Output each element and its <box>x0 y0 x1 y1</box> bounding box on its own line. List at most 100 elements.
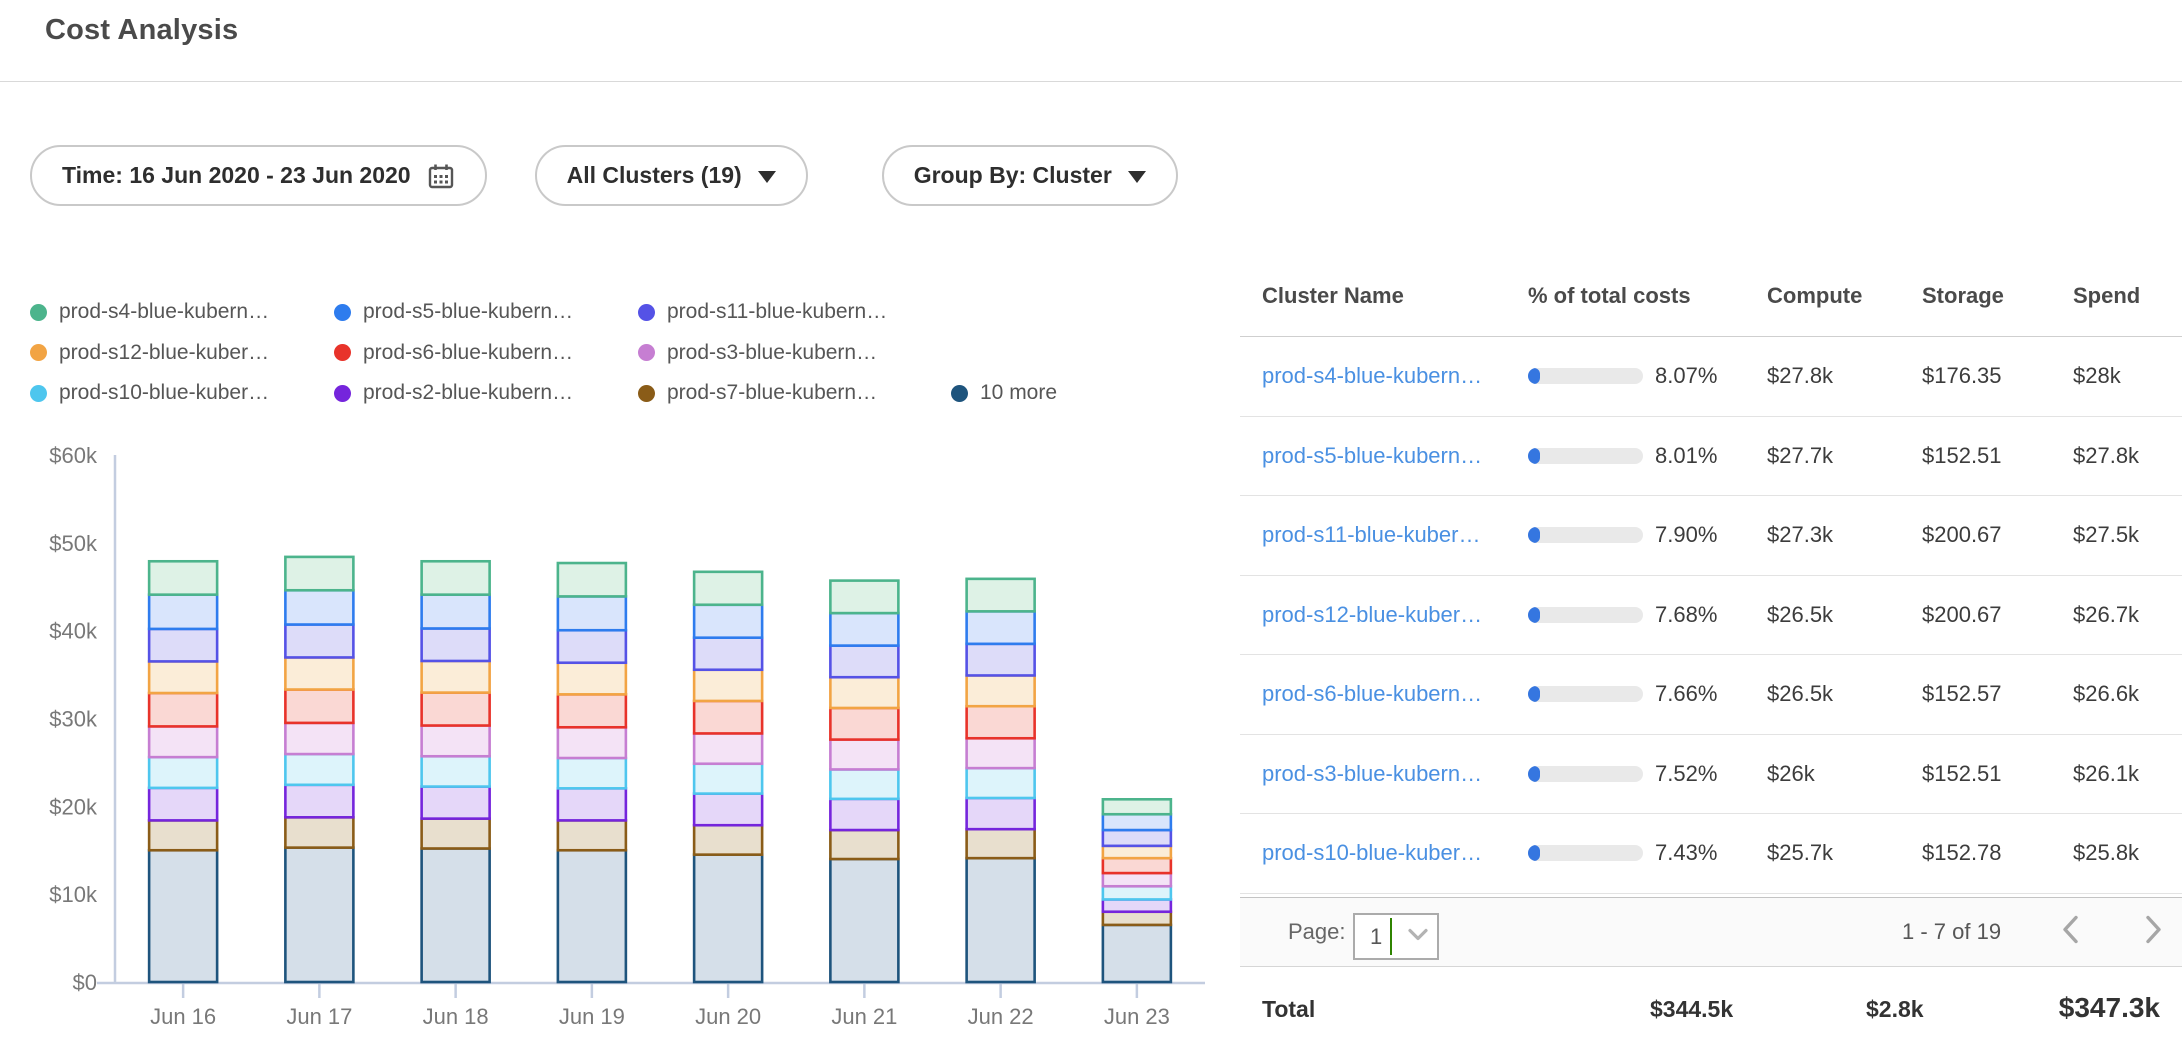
bar-segment[interactable] <box>285 557 353 590</box>
legend-item[interactable]: prod-s11-blue-kubern… <box>638 300 951 324</box>
bar-segment[interactable] <box>830 830 898 859</box>
bar-segment[interactable] <box>149 820 217 850</box>
bar-segment[interactable] <box>149 757 217 788</box>
bar-segment[interactable] <box>967 829 1035 858</box>
bar-segment[interactable] <box>694 638 762 670</box>
bar-segment[interactable] <box>967 798 1035 829</box>
legend-item[interactable]: prod-s3-blue-kubern… <box>638 341 951 365</box>
bar-segment[interactable] <box>830 859 898 982</box>
bar-segment[interactable] <box>1103 858 1171 873</box>
bar-segment[interactable] <box>422 726 490 757</box>
bar-segment[interactable] <box>558 663 626 695</box>
bar-segment[interactable] <box>422 595 490 629</box>
cluster-name-link[interactable]: prod-s3-blue-kubern… <box>1262 761 1482 787</box>
bar-segment[interactable] <box>285 723 353 754</box>
bar-segment[interactable] <box>149 661 217 693</box>
bar-segment[interactable] <box>694 825 762 854</box>
group-by-dropdown[interactable]: Group By: Cluster <box>882 145 1178 206</box>
bar-segment[interactable] <box>149 788 217 820</box>
bar-segment[interactable] <box>694 855 762 982</box>
column-header-storage[interactable]: Storage <box>1922 283 2004 309</box>
bar-segment[interactable] <box>558 630 626 662</box>
next-page-button[interactable] <box>2140 914 2166 951</box>
column-header-cluster-name[interactable]: Cluster Name <box>1262 283 1404 309</box>
bar-segment[interactable] <box>558 788 626 820</box>
bar-segment[interactable] <box>1103 925 1171 982</box>
legend-item[interactable]: prod-s10-blue-kuber… <box>30 381 334 405</box>
bar-segment[interactable] <box>149 561 217 594</box>
bar-segment[interactable] <box>422 661 490 693</box>
time-range-filter[interactable]: Time: 16 Jun 2020 - 23 Jun 2020 <box>30 145 487 206</box>
bar-segment[interactable] <box>830 613 898 645</box>
clusters-filter-dropdown[interactable]: All Clusters (19) <box>535 145 808 206</box>
cluster-name-link[interactable]: prod-s5-blue-kubern… <box>1262 443 1482 469</box>
column-header-compute[interactable]: Compute <box>1767 283 1862 309</box>
legend-item[interactable]: prod-s12-blue-kuber… <box>30 341 334 365</box>
bar-segment[interactable] <box>967 675 1035 706</box>
bar-segment[interactable] <box>558 850 626 982</box>
page-number-select[interactable]: 1 <box>1353 913 1439 960</box>
legend-item[interactable]: prod-s5-blue-kubern… <box>334 300 638 324</box>
bar-segment[interactable] <box>558 694 626 727</box>
bar-segment[interactable] <box>422 693 490 726</box>
cluster-name-link[interactable]: prod-s12-blue-kuber… <box>1262 602 1482 628</box>
bar-segment[interactable] <box>285 657 353 689</box>
bar-segment[interactable] <box>1103 846 1171 858</box>
bar-segment[interactable] <box>967 858 1035 982</box>
bar-segment[interactable] <box>285 785 353 817</box>
bar-segment[interactable] <box>558 820 626 850</box>
column-header-spend[interactable]: Spend <box>2073 283 2140 309</box>
bar-segment[interactable] <box>285 690 353 723</box>
bar-segment[interactable] <box>967 644 1035 676</box>
legend-item[interactable]: prod-s7-blue-kubern… <box>638 381 951 405</box>
bar-segment[interactable] <box>694 572 762 605</box>
legend-item[interactable]: 10 more <box>951 381 1057 405</box>
bar-segment[interactable] <box>1103 899 1171 911</box>
bar-segment[interactable] <box>558 758 626 788</box>
legend-item[interactable]: prod-s6-blue-kubern… <box>334 341 638 365</box>
bar-segment[interactable] <box>830 740 898 770</box>
bar-segment[interactable] <box>422 848 490 982</box>
bar-segment[interactable] <box>285 625 353 658</box>
bar-segment[interactable] <box>149 629 217 661</box>
bar-segment[interactable] <box>285 590 353 624</box>
bar-segment[interactable] <box>422 561 490 594</box>
bar-segment[interactable] <box>694 794 762 826</box>
bar-segment[interactable] <box>558 563 626 596</box>
bar-segment[interactable] <box>830 769 898 798</box>
cluster-name-link[interactable]: prod-s10-blue-kuber… <box>1262 840 1482 866</box>
bar-segment[interactable] <box>149 595 217 629</box>
legend-item[interactable]: prod-s4-blue-kubern… <box>30 300 334 324</box>
bar-segment[interactable] <box>967 706 1035 738</box>
cluster-name-link[interactable]: prod-s6-blue-kubern… <box>1262 681 1482 707</box>
bar-segment[interactable] <box>285 848 353 982</box>
bar-segment[interactable] <box>830 708 898 740</box>
bar-segment[interactable] <box>1103 830 1171 846</box>
bar-segment[interactable] <box>149 726 217 757</box>
bar-segment[interactable] <box>830 646 898 678</box>
bar-segment[interactable] <box>967 579 1035 611</box>
bar-segment[interactable] <box>694 701 762 733</box>
previous-page-button[interactable] <box>2058 914 2084 951</box>
bar-segment[interactable] <box>694 733 762 763</box>
bar-segment[interactable] <box>558 727 626 758</box>
bar-segment[interactable] <box>422 756 490 786</box>
bar-segment[interactable] <box>1103 873 1171 886</box>
bar-segment[interactable] <box>422 628 490 660</box>
bar-segment[interactable] <box>1103 912 1171 925</box>
column-header-pct-total[interactable]: % of total costs <box>1528 283 1691 309</box>
bar-segment[interactable] <box>149 850 217 982</box>
bar-segment[interactable] <box>694 605 762 638</box>
bar-segment[interactable] <box>830 581 898 613</box>
bar-segment[interactable] <box>1103 799 1171 814</box>
bar-segment[interactable] <box>558 596 626 630</box>
cluster-name-link[interactable]: prod-s4-blue-kubern… <box>1262 363 1482 389</box>
bar-segment[interactable] <box>694 670 762 701</box>
bar-segment[interactable] <box>1103 886 1171 899</box>
cluster-name-link[interactable]: prod-s11-blue-kuber… <box>1262 522 1480 548</box>
bar-segment[interactable] <box>1103 814 1171 830</box>
bar-segment[interactable] <box>830 799 898 830</box>
bar-segment[interactable] <box>967 611 1035 643</box>
bar-segment[interactable] <box>285 817 353 847</box>
bar-segment[interactable] <box>967 768 1035 798</box>
